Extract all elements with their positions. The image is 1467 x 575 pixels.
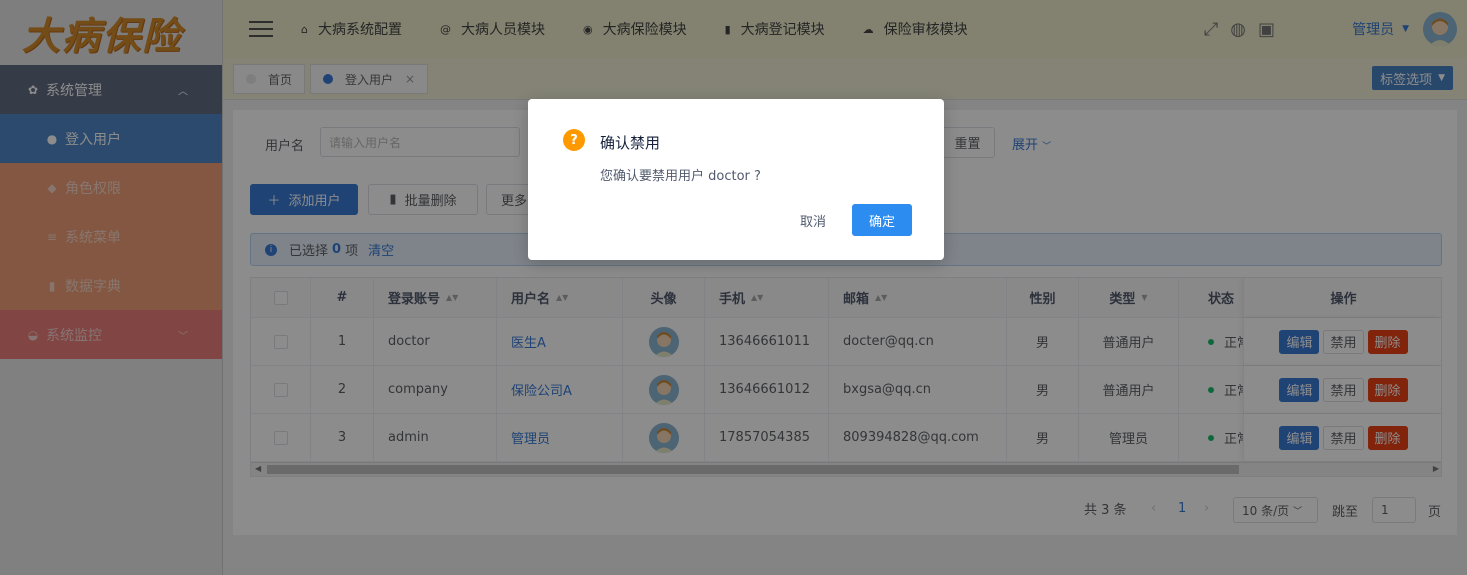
confirm-button[interactable]: 确定	[852, 204, 912, 236]
app: 大病保险 ✿ 系统管理 ︿ ● 登入用户 ◆ 角色权限 ≡ 系统菜单 ▮ 数据字…	[0, 0, 1467, 575]
modal-title: 确认禁用	[600, 134, 661, 152]
modal-message: 您确认要禁用用户 doctor ?	[600, 169, 761, 184]
modal-overlay[interactable]	[0, 0, 1467, 575]
question-icon: ?	[563, 129, 585, 151]
confirm-disable-modal: ? 确认禁用 您确认要禁用用户 doctor ? 取消 确定	[528, 99, 944, 260]
cancel-button[interactable]: 取消	[800, 211, 826, 230]
